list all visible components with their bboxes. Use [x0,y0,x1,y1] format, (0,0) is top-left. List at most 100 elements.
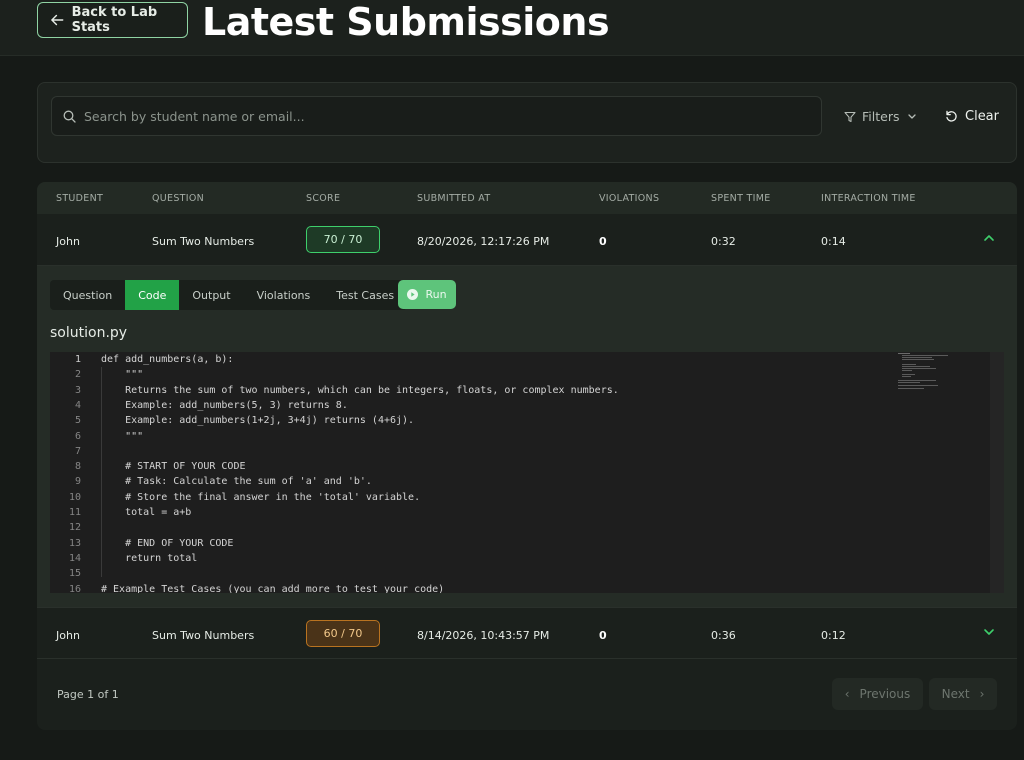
tab-code[interactable]: Code [125,280,180,310]
code-text: return total [101,552,198,564]
run-label: Run [425,288,447,301]
code-line: 11 total = a+b [50,505,900,520]
code-line: 15 [50,566,900,581]
code-minimap[interactable] [898,352,954,392]
run-button[interactable]: Run [398,280,456,309]
table-header: STUDENT QUESTION SCORE SUBMITTED AT VIOL… [37,182,1017,214]
line-number: 7 [74,445,81,457]
cell-interaction-time: 0:12 [821,629,846,642]
search-icon [63,110,76,123]
page-title: Latest Submissions [202,0,610,44]
line-number: 16 [68,583,81,594]
line-number: 6 [74,430,81,442]
line-number: 5 [74,415,81,427]
editor-scrollbar[interactable] [990,352,1004,593]
score-badge: 60 / 70 [306,620,380,647]
line-number: 8 [74,461,81,473]
chevron-left-icon: ‹ [844,687,850,701]
code-line: 13 # END OF YOUR CODE [50,536,900,551]
submission-detail-panel: Question Code Output Violations Test Cas… [37,266,1017,607]
filter-icon [844,111,856,122]
search-input[interactable] [84,108,784,124]
search-filter-card: Filters Clear [37,82,1017,163]
clear-button[interactable]: Clear [945,109,999,124]
detail-tabs: Question Code Output Violations Test Cas… [50,280,408,310]
cell-interaction-time: 0:14 [821,235,846,248]
code-text: # END OF YOUR CODE [101,537,234,549]
filters-label: Filters [862,109,900,124]
previous-page-button[interactable]: ‹ Previous [832,678,923,710]
chevron-down-icon[interactable] [983,627,995,637]
column-header-student: STUDENT [56,193,104,204]
tab-output[interactable]: Output [179,280,243,310]
line-number: 1 [74,354,81,365]
table-row[interactable]: John Sum Two Numbers 60 / 70 8/14/2026, … [37,607,1017,659]
code-line: 5 Example: add_numbers(1+2j, 3+4j) retur… [50,413,900,428]
cell-student: John [56,629,80,642]
score-badge: 70 / 70 [306,226,380,253]
cell-spent-time: 0:32 [711,235,736,248]
search-box[interactable] [51,96,822,136]
code-text: total = a+b [101,507,192,518]
line-number: 10 [68,491,81,503]
line-number: 3 [74,384,81,396]
code-text: Example: add_numbers(5, 3) returns 8. [101,399,348,411]
back-button-label: Back to Lab Stats [71,5,158,35]
cell-question: Sum Two Numbers [152,629,255,642]
code-line: 1 def add_numbers(a, b): [50,352,900,367]
tab-test-cases[interactable]: Test Cases [323,280,407,310]
cell-submitted-at: 8/14/2026, 10:43:57 PM [417,629,550,642]
code-line: 14 return total [50,551,900,566]
cell-student: John [56,235,80,248]
line-number: 9 [74,476,81,488]
top-bar: Back to Lab Stats Latest Submissions [0,0,1024,56]
line-number: 13 [68,537,81,549]
code-text: """ [101,369,144,381]
code-text: def add_numbers(a, b): [101,354,234,365]
line-number: 12 [68,522,81,534]
code-line: 8 # START OF YOUR CODE [50,459,900,474]
cell-question: Sum Two Numbers [152,235,255,248]
code-text: # START OF YOUR CODE [101,461,246,473]
code-text: # Example Test Cases (you can add more t… [101,583,445,594]
tab-question[interactable]: Question [50,280,125,310]
submissions-table: STUDENT QUESTION SCORE SUBMITTED AT VIOL… [37,182,1017,730]
cell-violations: 0 [599,629,607,642]
cell-spent-time: 0:36 [711,629,736,642]
chevron-down-icon [908,113,917,119]
code-text: Example: add_numbers(1+2j, 3+4j) returns… [101,415,415,427]
tab-violations[interactable]: Violations [244,280,324,310]
code-line: 16 # Example Test Cases (you can add more… [50,582,900,594]
code-line: 9 # Task: Calculate the sum of 'a' and '… [50,474,900,489]
code-text: # Task: Calculate the sum of 'a' and 'b'… [101,476,372,488]
filters-button[interactable]: Filters [844,109,925,124]
arrow-left-icon [51,14,64,26]
file-name: solution.py [50,325,128,341]
table-row[interactable]: John Sum Two Numbers 70 / 70 8/20/2026, … [37,214,1017,266]
code-line: 7 [50,444,900,459]
previous-label: Previous [859,687,911,701]
code-line: 4 Example: add_numbers(5, 3) returns 8. [50,398,900,413]
code-text: # Store the final answer in the 'total' … [101,491,421,503]
column-header-score: SCORE [306,193,341,204]
code-line: 2 """ [50,367,900,382]
next-page-button[interactable]: Next › [929,678,997,710]
line-number: 11 [68,507,81,518]
column-header-interaction-time: INTERACTION TIME [821,193,916,204]
column-header-spent-time: SPENT TIME [711,193,771,204]
chevron-right-icon: › [979,687,985,701]
code-text: """ [101,430,144,442]
clear-label: Clear [965,109,999,124]
back-to-lab-stats-button[interactable]: Back to Lab Stats [37,2,188,38]
next-label: Next [941,687,970,701]
line-number: 14 [68,552,81,564]
code-line: 12 [50,520,900,535]
reset-icon [946,110,957,122]
pagination-status: Page 1 of 1 [57,688,119,701]
cell-submitted-at: 8/20/2026, 12:17:26 PM [417,235,550,248]
chevron-up-icon[interactable] [983,233,995,243]
line-number: 2 [74,369,81,381]
line-number: 4 [74,399,81,411]
code-editor[interactable]: 1 def add_numbers(a, b): 2 """ 3 Returns th… [50,352,1004,593]
play-circle-icon [407,289,419,300]
